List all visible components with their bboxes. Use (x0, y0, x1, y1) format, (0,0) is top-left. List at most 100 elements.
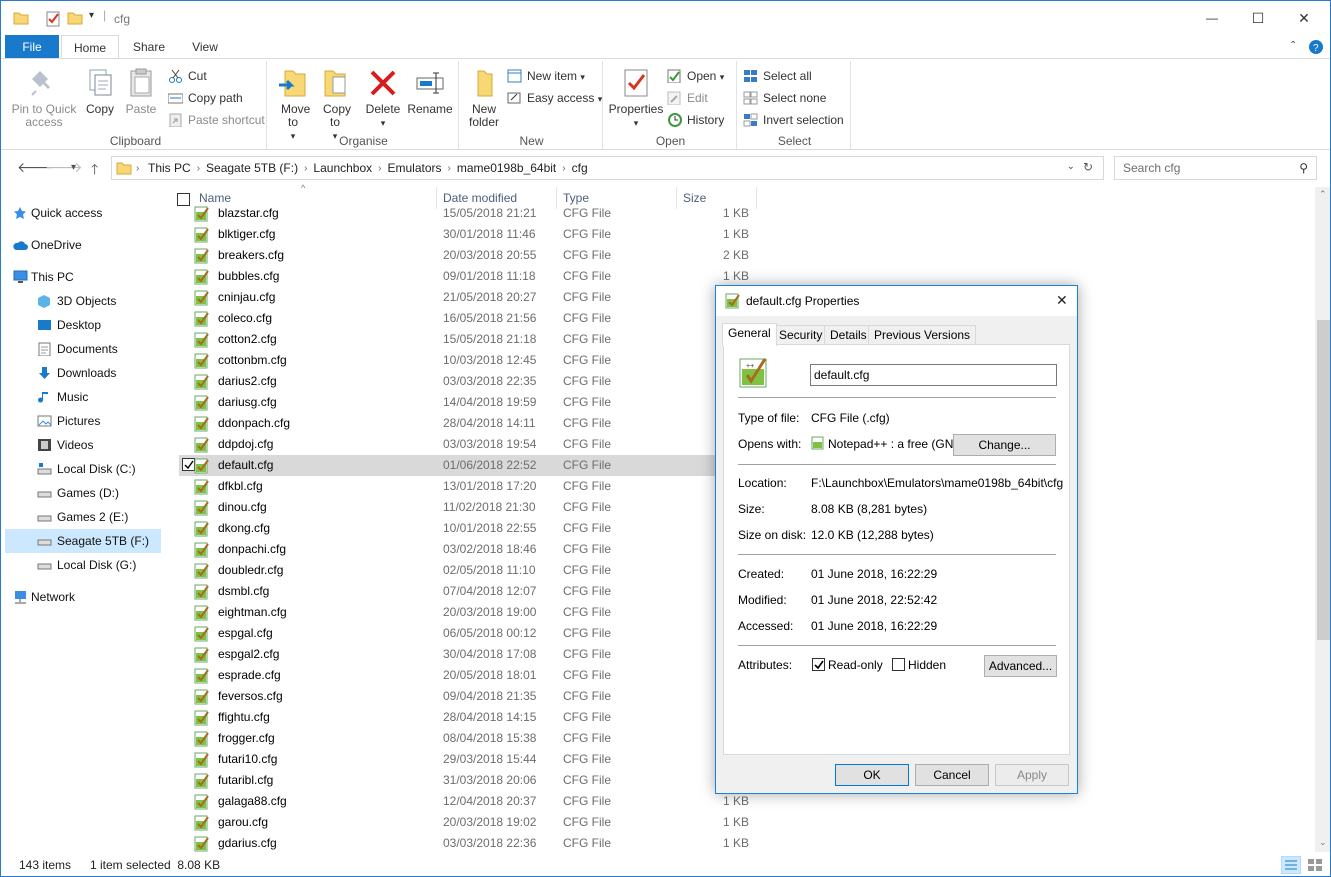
readonly-checkbox[interactable] (812, 658, 825, 671)
file-row[interactable]: dsmbl.cfg 07/04/2018 12:07 CFG File (179, 581, 779, 602)
file-row[interactable]: blktiger.cfg 30/01/2018 11:46 CFG File 1 KB (179, 224, 779, 245)
nav-games-2-e[interactable]: Games 2 (E:) (5, 505, 161, 529)
hidden-checkbox[interactable] (892, 658, 905, 671)
file-row[interactable]: futari10.cfg 29/03/2018 15:44 CFG File (179, 749, 779, 770)
select-all-button[interactable]: Select all (743, 66, 812, 86)
pin-quick-access-button[interactable]: Pin to Quick access (9, 67, 79, 129)
tab-file[interactable]: File (5, 35, 59, 59)
qat-dropdown-icon[interactable]: ▾ (89, 10, 94, 21)
crumb-mame[interactable]: mame0198b_64bit (457, 161, 556, 175)
tab-general[interactable]: General (722, 323, 777, 346)
file-row[interactable]: galaga88.cfg 12/04/2018 20:37 CFG File 1 KB (179, 791, 779, 812)
file-row[interactable]: dfkbl.cfg 13/01/2018 17:20 CFG File (179, 476, 779, 497)
paste-button[interactable]: Paste (121, 67, 161, 116)
file-row[interactable]: dariusg.cfg 14/04/2018 19:59 CFG File (179, 392, 779, 413)
cancel-button[interactable]: Cancel (915, 764, 989, 786)
advanced-button[interactable]: Advanced... (984, 655, 1057, 677)
minimize-button[interactable]: — (1189, 1, 1235, 35)
file-row[interactable]: esprade.cfg 20/05/2018 18:01 CFG File (179, 665, 779, 686)
refresh-icon[interactable]: ↻ (1083, 160, 1093, 174)
file-row[interactable]: feversos.cfg 09/04/2018 21:35 CFG File (179, 686, 779, 707)
nav-games-d[interactable]: Games (D:) (5, 481, 161, 505)
search-input[interactable]: Search cfg ⚲ (1114, 156, 1317, 180)
file-row[interactable]: cninjau.cfg 21/05/2018 20:27 CFG File (179, 287, 779, 308)
nav-desktop[interactable]: Desktop (5, 313, 161, 337)
tab-previous-versions[interactable]: Previous Versions (868, 325, 977, 345)
details-view-icon[interactable] (1281, 856, 1301, 874)
tab-home[interactable]: Home (61, 35, 119, 60)
file-row[interactable]: ddonpach.cfg 28/04/2018 14:11 CFG File (179, 413, 779, 434)
file-row[interactable]: coleco.cfg 16/05/2018 21:56 CFG File (179, 308, 779, 329)
file-row[interactable]: ffightu.cfg 28/04/2018 14:15 CFG File (179, 707, 779, 728)
nav-seagate-f[interactable]: Seagate 5TB (F:) (5, 529, 161, 553)
file-row[interactable]: bubbles.cfg 09/01/2018 11:18 CFG File 1 KB (179, 266, 779, 287)
file-row[interactable]: cotton2.cfg 15/05/2018 21:18 CFG File (179, 329, 779, 350)
scroll-up-icon[interactable]: ⌃ (1319, 189, 1327, 200)
maximize-button[interactable]: ☐ (1235, 1, 1281, 35)
change-button[interactable]: Change... (953, 434, 1056, 456)
large-icons-view-icon[interactable] (1305, 856, 1325, 874)
scroll-down-icon[interactable]: ⌄ (1319, 837, 1327, 848)
history-button[interactable]: History (667, 110, 724, 130)
file-row[interactable]: gdarius.cfg 03/03/2018 22:36 CFG File 1 KB (179, 833, 779, 852)
nav-pictures[interactable]: Pictures (5, 409, 161, 433)
file-row[interactable]: cottonbm.cfg 10/03/2018 12:45 CFG File (179, 350, 779, 371)
properties-quick-icon[interactable] (45, 11, 61, 27)
ok-button[interactable]: OK (835, 764, 909, 786)
delete-button[interactable]: Delete ▾ (363, 67, 403, 130)
tab-share[interactable]: Share (119, 35, 179, 59)
invert-selection-button[interactable]: Invert selection (743, 110, 844, 130)
file-row[interactable]: espgal.cfg 06/05/2018 00:12 CFG File (179, 623, 779, 644)
crumb-seagate[interactable]: Seagate 5TB (F:) (206, 161, 298, 175)
nav-quick-access[interactable]: Quick access (5, 201, 161, 225)
new-folder-quick-icon[interactable] (67, 11, 83, 25)
nav-music[interactable]: Music (5, 385, 161, 409)
column-name[interactable]: Name (199, 191, 231, 205)
file-row[interactable]: futaribl.cfg 31/03/2018 20:06 CFG File (179, 770, 779, 791)
crumb-this-pc[interactable]: This PC (148, 161, 191, 175)
tab-security[interactable]: Security (773, 325, 829, 345)
tab-details[interactable]: Details (824, 325, 873, 345)
column-size[interactable]: Size (683, 191, 706, 205)
vertical-scrollbar[interactable]: ⌃ ⌄ (1315, 187, 1330, 852)
nav-local-disk-c[interactable]: Local Disk (C:) (5, 457, 161, 481)
file-row[interactable]: default.cfg 01/06/2018 22:52 CFG File (179, 455, 779, 476)
easy-access-button[interactable]: Easy access ▾ (507, 88, 602, 108)
crumb-emulators[interactable]: Emulators (387, 161, 441, 175)
close-button[interactable]: ✕ (1281, 1, 1327, 35)
file-row[interactable]: breakers.cfg 20/03/2018 20:55 CFG File 2 KB (179, 245, 779, 266)
up-arrow-icon[interactable]: 🡑 (91, 159, 98, 183)
move-to-button[interactable]: Move to ▾ (273, 67, 313, 143)
nav-videos[interactable]: Videos (5, 433, 161, 457)
address-dropdown-icon[interactable]: ⌄ (1067, 161, 1075, 172)
cut-button[interactable]: Cut (168, 66, 207, 86)
copy-path-button[interactable]: Copy path (168, 88, 243, 108)
file-row[interactable]: blazstar.cfg 15/05/2018 21:21 CFG File 1 KB (179, 204, 779, 224)
nav-this-pc[interactable]: This PC (5, 265, 161, 289)
open-button[interactable]: Open ▾ (667, 66, 724, 86)
help-icon[interactable]: ? (1308, 39, 1324, 55)
nav-documents[interactable]: Documents (5, 337, 161, 361)
nav-downloads[interactable]: Downloads (5, 361, 161, 385)
rename-button[interactable]: Rename (407, 67, 453, 116)
file-row[interactable]: darius2.cfg 03/03/2018 22:35 CFG File (179, 371, 779, 392)
file-row[interactable]: eightman.cfg 20/03/2018 19:00 CFG File (179, 602, 779, 623)
nav-local-disk-g[interactable]: Local Disk (G:) (5, 553, 161, 577)
filename-field[interactable]: default.cfg (810, 364, 1057, 386)
crumb-cfg[interactable]: cfg (572, 161, 588, 175)
properties-button[interactable]: Properties ▾ (607, 67, 665, 130)
edit-button[interactable]: Edit (667, 88, 708, 108)
nav-network[interactable]: Network (5, 585, 161, 609)
file-row[interactable]: ddpdoj.cfg 03/03/2018 19:54 CFG File (179, 434, 779, 455)
file-row[interactable]: donpachi.cfg 03/02/2018 18:46 CFG File (179, 539, 779, 560)
apply-button[interactable]: Apply (995, 764, 1069, 786)
dialog-close-icon[interactable]: ✕ (1056, 292, 1068, 309)
tab-view[interactable]: View (179, 35, 231, 59)
column-date-modified[interactable]: Date modified (443, 191, 517, 205)
file-row[interactable]: doubledr.cfg 02/05/2018 11:10 CFG File (179, 560, 779, 581)
new-folder-button[interactable]: New folder (465, 67, 503, 129)
file-row[interactable]: dinou.cfg 11/02/2018 21:30 CFG File (179, 497, 779, 518)
nav-3d-objects[interactable]: 3D Objects (5, 289, 161, 313)
select-none-button[interactable]: Select none (743, 88, 826, 108)
file-row[interactable]: frogger.cfg 08/04/2018 15:38 CFG File (179, 728, 779, 749)
